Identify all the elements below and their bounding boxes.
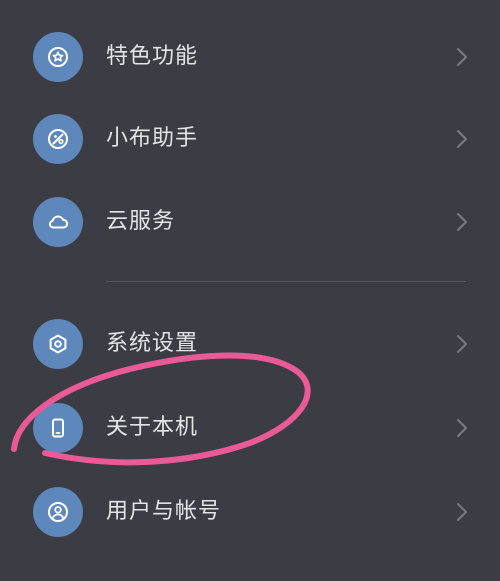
menu-item-system-settings[interactable]: 系统设置 — [0, 304, 500, 384]
cloud-icon — [48, 215, 69, 229]
phone-icon — [52, 418, 64, 438]
icon-badge — [33, 319, 83, 369]
menu-item-label: 云服务 — [106, 209, 176, 234]
chevron-right-icon — [457, 335, 467, 353]
settings-screen: 特色功能 小布助手 云服务 系统设置 关于本机 用户与帐号 — [0, 0, 500, 581]
icon-badge — [33, 487, 83, 537]
menu-item-label: 特色功能 — [106, 44, 199, 69]
gear-hexagon-icon — [49, 334, 67, 354]
menu-item-user-account[interactable]: 用户与帐号 — [0, 472, 500, 552]
chevron-right-icon — [457, 213, 467, 231]
user-icon — [48, 502, 68, 522]
chevron-right-icon — [457, 48, 467, 66]
star-badge-icon — [48, 47, 68, 67]
menu-item-assistant[interactable]: 小布助手 — [0, 99, 500, 179]
section-divider — [106, 281, 466, 282]
chevron-right-icon — [457, 419, 467, 437]
assistant-icon — [48, 129, 68, 149]
menu-item-cloud-service[interactable]: 云服务 — [0, 182, 500, 262]
chevron-right-icon — [457, 130, 467, 148]
menu-item-about-phone[interactable]: 关于本机 — [0, 388, 500, 468]
menu-item-label: 系统设置 — [106, 331, 199, 356]
icon-badge — [33, 403, 83, 453]
menu-item-label: 小布助手 — [106, 126, 199, 151]
icon-badge — [33, 32, 83, 82]
menu-item-label: 关于本机 — [106, 415, 199, 440]
icon-badge — [33, 114, 83, 164]
menu-item-features[interactable]: 特色功能 — [0, 17, 500, 97]
icon-badge — [33, 197, 83, 247]
chevron-right-icon — [457, 503, 467, 521]
menu-item-label: 用户与帐号 — [106, 499, 222, 524]
